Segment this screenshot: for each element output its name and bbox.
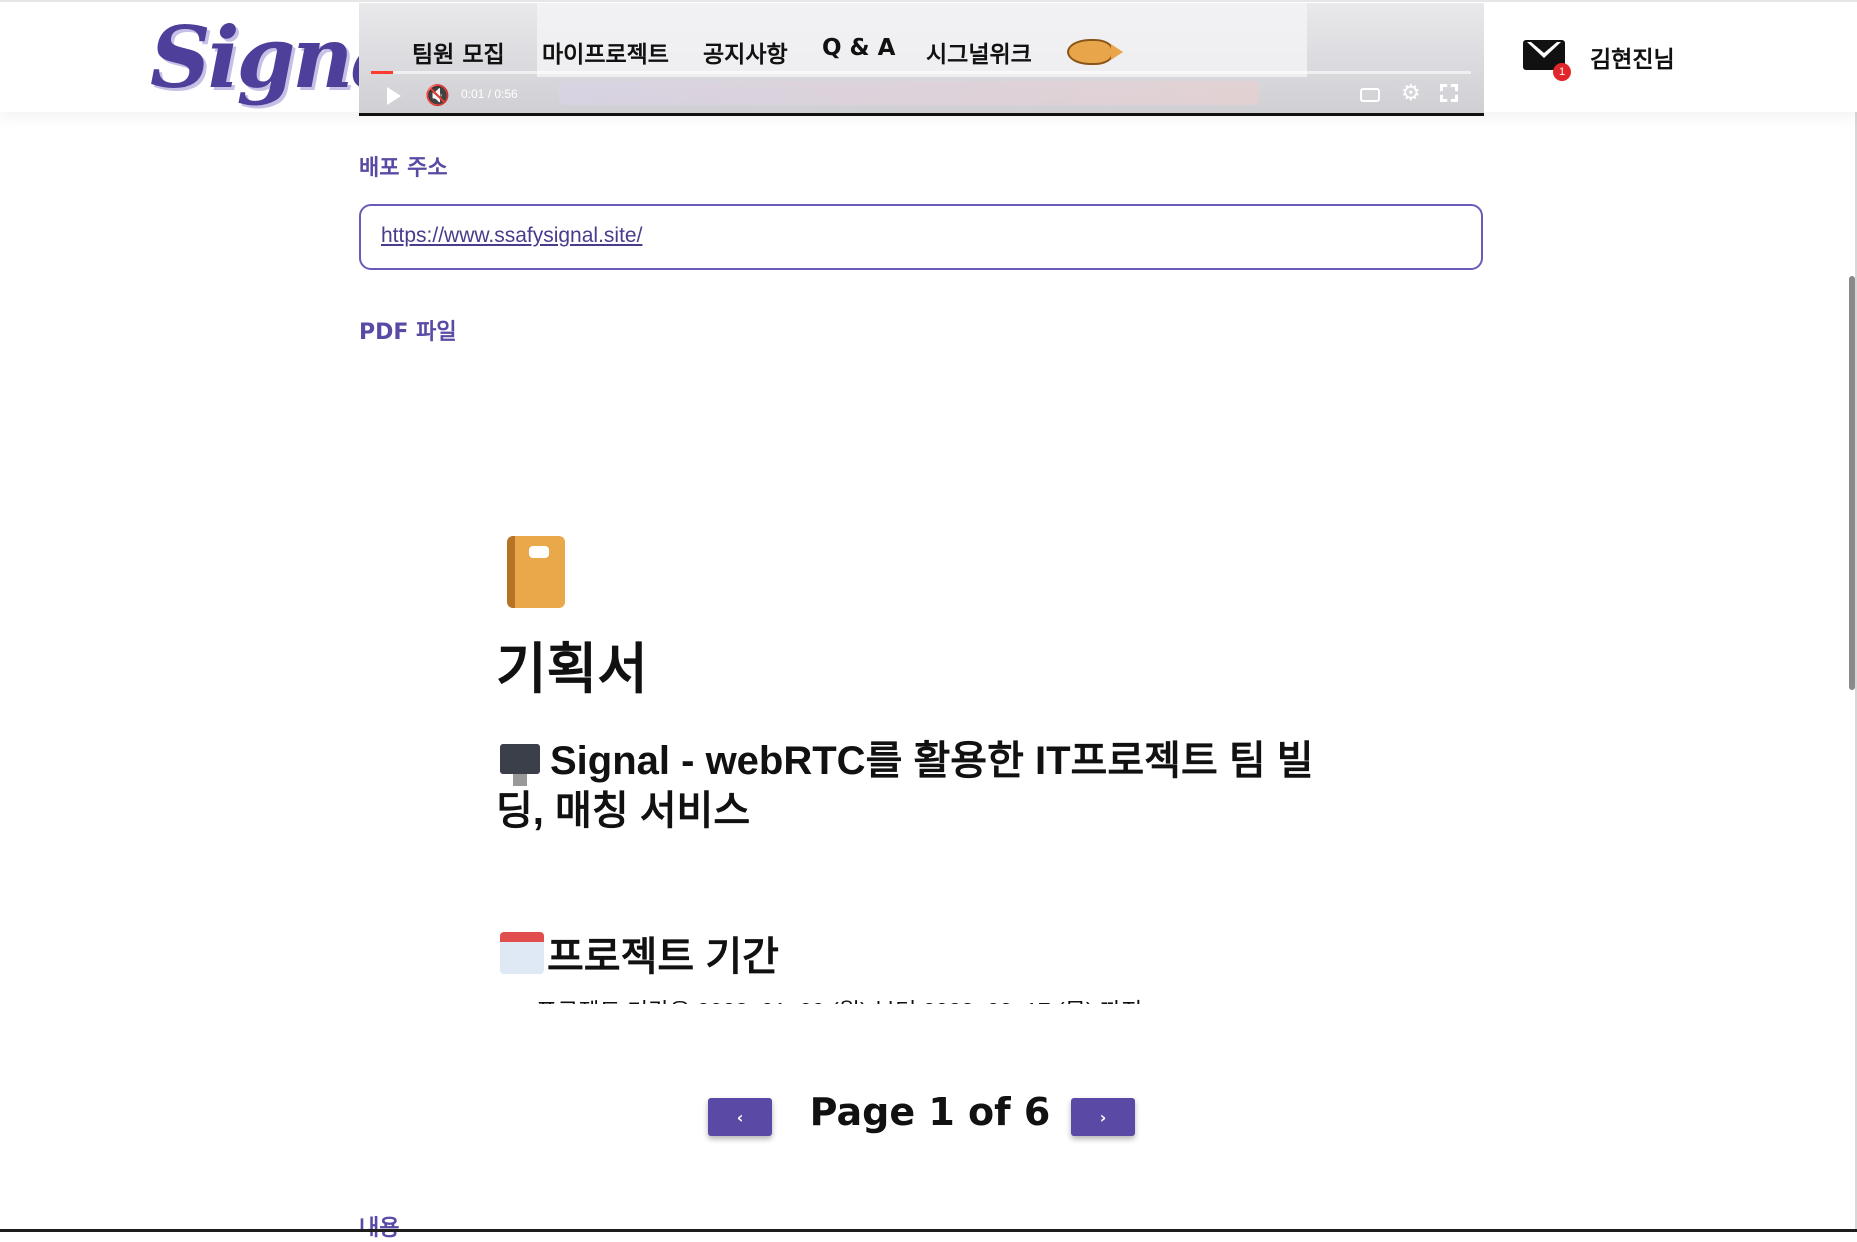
deploy-address-label: 배포 주소 <box>359 156 448 181</box>
deploy-url-box: https://www.ssafysignal.site/ <box>359 204 1483 270</box>
site-header: Signal 팀원 모집 마이프로젝트 공지사항 Q & A 시그널위크 🔇 0… <box>0 0 1857 116</box>
subtitles-icon[interactable] <box>1360 88 1380 102</box>
deploy-url-link[interactable]: https://www.ssafysignal.site/ <box>381 224 642 248</box>
video-progress-fill <box>371 71 393 74</box>
nav-item-qna[interactable]: Q & A <box>822 35 895 61</box>
pdf-viewer[interactable]: 기획서 Signal - webRTC를 활용한 IT프로젝트 팀 빌딩, 매칭… <box>490 520 1350 1004</box>
fish-bread-icon[interactable] <box>1067 39 1123 65</box>
video-progress-bar[interactable] <box>371 71 1471 74</box>
pdf-subtitle: Signal - webRTC를 활용한 IT프로젝트 팀 빌딩, 매칭 서비스 <box>496 739 1314 833</box>
nav-item-team-recruit[interactable]: 팀원 모집 <box>412 35 505 69</box>
video-time: 0:01 / 0:56 <box>461 87 518 101</box>
pdf-heading: 기획서 <box>496 638 648 700</box>
book-icon <box>507 536 565 608</box>
nav-item-notice[interactable]: 공지사항 <box>703 35 788 69</box>
next-page-button[interactable]: › <box>1071 1098 1135 1136</box>
nav-item-my-project[interactable]: 마이프로젝트 <box>542 35 669 69</box>
calendar-icon <box>500 932 544 974</box>
pdf-period-text: 프로젝트 기간은 2023. 01. 09 (월) 부터 2023. 02. 1… <box>536 992 1142 1004</box>
scrollbar-thumb[interactable] <box>1849 276 1855 690</box>
nav-item-signal-week[interactable]: 시그널위크 <box>926 35 1032 69</box>
signal-logo[interactable]: Signal <box>150 8 434 108</box>
prev-page-button[interactable]: ‹ <box>708 1098 772 1136</box>
page-indicator: Page 1 of 6 <box>809 1090 1051 1134</box>
user-name[interactable]: 김현진님 <box>1590 40 1675 74</box>
content-label: 내용 <box>359 1210 399 1242</box>
mail-button[interactable]: 1 <box>1523 38 1571 81</box>
fullscreen-icon[interactable] <box>1440 84 1458 102</box>
window-top-border <box>0 0 1857 2</box>
video-player[interactable]: 팀원 모집 마이프로젝트 공지사항 Q & A 시그널위크 🔇 0:01 / 0… <box>359 3 1484 116</box>
pdf-file-label: PDF 파일 <box>359 320 457 345</box>
mute-icon[interactable]: 🔇 <box>425 83 450 107</box>
video-controls: 🔇 0:01 / 0:56 ⚙ <box>359 79 1484 113</box>
video-frame-dock <box>559 81 1259 105</box>
main-nav: 팀원 모집 마이프로젝트 공지사항 Q & A 시그널위크 <box>359 35 1484 71</box>
mail-count-badge: 1 <box>1553 63 1571 81</box>
pdf-period-heading: 프로젝트 기간 <box>547 935 779 979</box>
gear-icon[interactable]: ⚙ <box>1401 81 1421 106</box>
play-icon[interactable] <box>387 87 401 105</box>
